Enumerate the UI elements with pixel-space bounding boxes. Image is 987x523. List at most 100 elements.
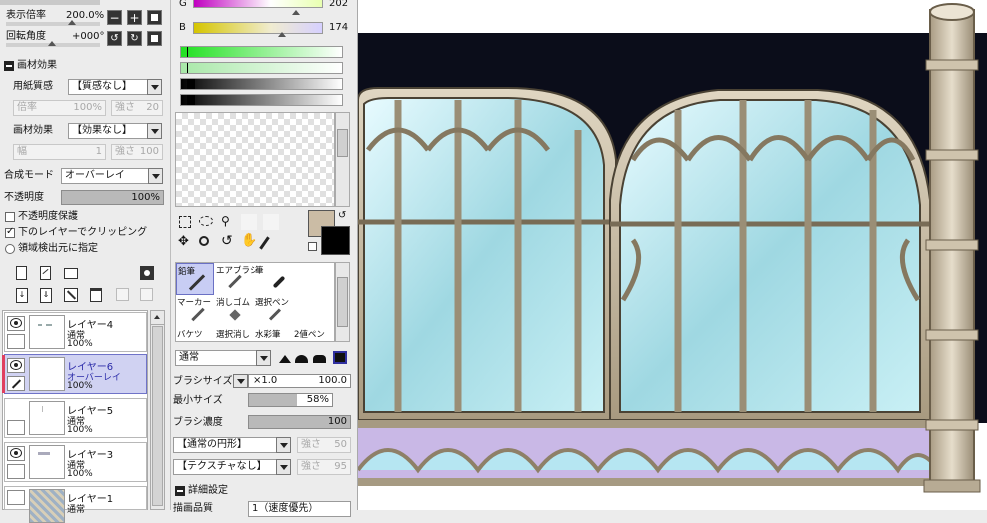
rotate-left-button[interactable]: ↺ [107,31,122,46]
paper-texture-dropdown-arrow[interactable] [147,79,162,95]
visibility-toggle[interactable] [7,446,25,461]
collapse-icon[interactable] [4,61,14,71]
b-slider[interactable] [193,22,323,34]
new-layer-icon[interactable] [16,266,27,280]
color-history-bar-3[interactable] [180,78,343,90]
g-slider[interactable] [193,0,323,8]
blend-mode-select[interactable]: オーバーレイ [61,168,149,184]
texture-dropdown-arrow[interactable] [276,459,291,475]
color-history-bar-2[interactable] [180,62,343,74]
new-linework-layer-icon[interactable] [40,266,51,280]
layer-item[interactable]: レイヤー3 通常 100% [4,442,147,482]
zoom-icon[interactable] [199,236,209,246]
color-history-bar-1[interactable] [180,46,343,58]
eye-icon [10,360,22,370]
preserve-opacity-checkbox[interactable] [5,212,15,222]
color-history-bar-4[interactable] [180,94,343,106]
tool-binary-pen[interactable]: 2値ペン [293,327,331,341]
square-icon [151,35,158,42]
tool-eraser[interactable]: 消しゴム [215,295,253,327]
brush-size-field[interactable]: ×1.0 100.0 [248,374,351,388]
tool-watercolor[interactable]: 水彩筆 [254,327,292,341]
zoom-reset-button[interactable] [147,10,162,25]
hand-icon[interactable]: ✋ [241,233,257,249]
layer-item-selected[interactable]: レイヤー6 オーバーレイ 100% [2,354,147,394]
region-source-radio[interactable] [5,244,15,254]
tool-marker[interactable]: マーカー [176,295,214,327]
tool-grid-scrollbar[interactable] [335,262,350,342]
display-ratio-slider[interactable] [6,22,100,26]
tool-pencil[interactable]: 鉛筆 [176,263,214,295]
scratchpad[interactable] [175,112,335,207]
zoom-out-button[interactable]: − [107,10,122,25]
zoom-in-button[interactable]: + [127,10,142,25]
scratchpad-scrollbar[interactable] [335,112,350,207]
layer-lock-toggle[interactable] [7,490,25,505]
g-slider-thumb[interactable] [292,10,300,15]
min-size-slider[interactable]: 58% [248,393,333,407]
shape-dome-icon[interactable] [313,355,326,363]
rect-select-icon[interactable] [179,216,191,228]
tool-brush[interactable]: 筆 [254,263,292,295]
shape-square-icon[interactable] [333,351,347,364]
layer-item[interactable]: レイヤー4 通常 100% [4,312,147,352]
material-effect-dropdown-arrow[interactable] [147,123,162,139]
visibility-toggle[interactable] [7,316,25,331]
rotation-thumb[interactable] [48,41,56,46]
lasso-icon[interactable] [199,216,213,226]
rotate-right-button[interactable]: ↻ [127,31,142,46]
shape-round-icon[interactable] [295,355,308,363]
paper-texture-select[interactable]: 【質感なし】 [68,79,148,95]
delete-layer-icon[interactable] [90,288,102,302]
magic-wand-icon[interactable]: ⚲ [221,215,230,227]
transfer-down-icon[interactable]: ↓ [16,288,28,303]
layer-item[interactable]: レイヤー5 通常 100% [4,398,147,438]
display-ratio-thumb[interactable] [68,20,76,25]
scroll-thumb[interactable] [337,277,348,327]
scroll-thumb[interactable] [337,129,348,157]
layer-lock-toggle[interactable] [7,420,25,435]
brush-blend-select[interactable]: 通常 [175,350,257,366]
layer-edit-indicator[interactable] [7,376,25,391]
rotate-view-icon[interactable]: ↺ [221,233,233,249]
canvas-area[interactable] [358,0,987,510]
swap-colors-icon[interactable]: ↺ [338,210,346,221]
brush-size-multiplier-arrow[interactable] [233,374,248,388]
scroll-up-arrow[interactable] [151,311,164,325]
tool-airbrush[interactable]: エアブラシ [215,263,258,295]
brush-blend-dropdown-arrow[interactable] [256,350,271,366]
move-icon[interactable]: ✥ [178,235,189,249]
material-effect-select[interactable]: 【効果なし】 [68,123,148,139]
tool-select-erase[interactable]: 選択消し [215,327,253,341]
layer-mask-icon[interactable] [140,266,154,280]
eyedropper-icon[interactable] [259,236,270,250]
quality-select[interactable]: 1（速度優先） [248,501,351,517]
eye-icon [10,318,22,328]
layer-item[interactable]: レイヤー1 通常 [4,486,147,523]
merge-down-icon[interactable]: ⇓ [40,288,52,303]
clipping-checkbox[interactable]: ✓ [5,226,15,238]
new-folder-icon[interactable] [64,268,78,279]
transparent-color-icon[interactable] [308,242,317,251]
rotate-reset-button[interactable] [147,31,162,46]
texture-select[interactable]: 【テクスチャなし】 [173,459,277,475]
secondary-color-swatch[interactable] [321,226,350,255]
scroll-thumb[interactable] [152,326,163,506]
tool-bucket[interactable]: バケツ [176,327,214,341]
shape-flat-icon[interactable] [279,355,291,363]
layer-list-scrollbar[interactable] [150,310,165,510]
layer-lock-toggle[interactable] [7,334,25,349]
blend-mode-dropdown-arrow[interactable] [148,168,163,184]
brush-shape-select[interactable]: 【通常の円形】 [173,437,277,453]
opacity-slider[interactable]: 100% [61,190,164,205]
paper-rate-value: 100% [73,102,102,113]
collapse-icon[interactable] [175,486,185,496]
tool-select-pen[interactable]: 選択ペン [254,295,292,327]
eye-icon [10,448,22,458]
b-slider-thumb[interactable] [278,32,286,37]
brush-density-slider[interactable]: 100 [248,415,351,429]
brush-shape-dropdown-arrow[interactable] [276,437,291,453]
layer-lock-toggle[interactable] [7,464,25,479]
visibility-toggle[interactable] [7,358,25,373]
clear-layer-icon[interactable] [64,288,78,302]
